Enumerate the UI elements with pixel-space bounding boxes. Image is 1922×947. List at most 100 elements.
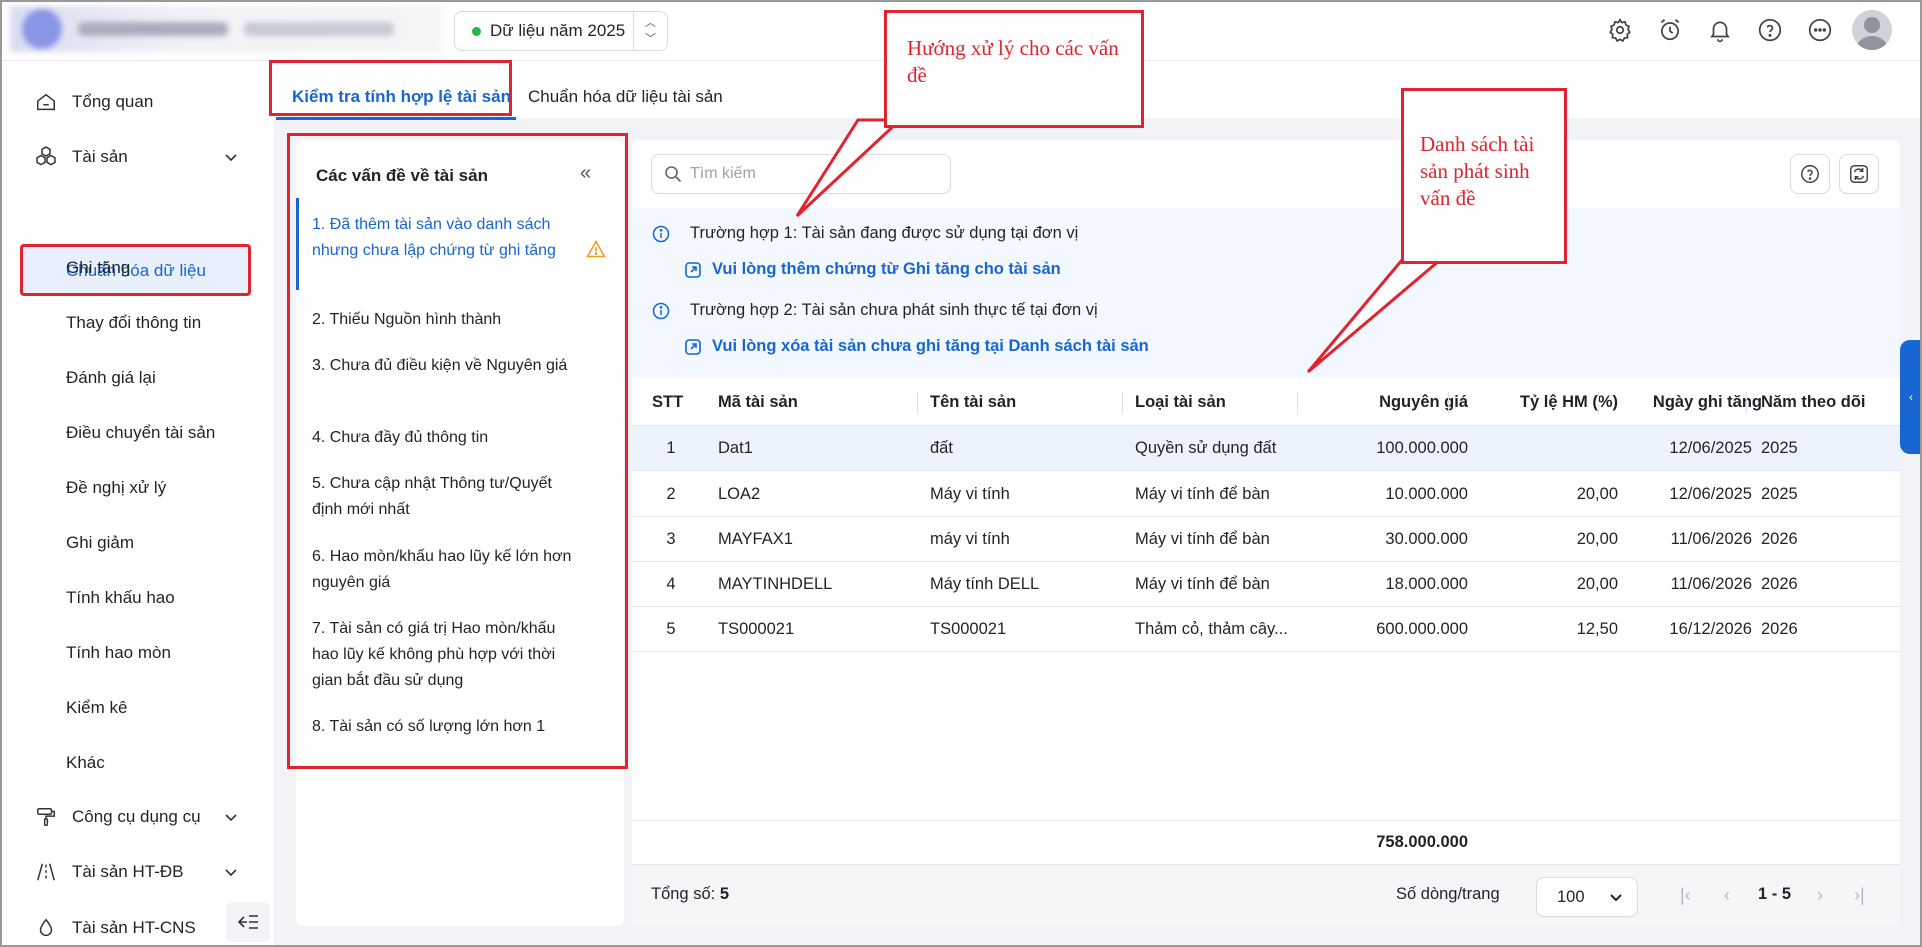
sidebar-item-tong-quan[interactable]: Tổng quan <box>32 87 153 117</box>
more-icon[interactable] <box>1802 12 1838 48</box>
sidebar-item-chuan-hoa-du-lieu[interactable]: Chuẩn hóa dữ liệu <box>20 244 251 296</box>
issue-item[interactable]: 6. Hao mòn/khấu hao lũy kế lớn hơn nguyê… <box>312 544 582 596</box>
alarm-clock-icon[interactable] <box>1652 12 1688 48</box>
sidebar-item-tinh-khau-hao[interactable]: Tính khấu hao <box>66 588 175 608</box>
sidebar-item-label: Tài sản HT-ĐB <box>72 862 184 881</box>
table-row[interactable]: 2 LOA2 Máy vi tính Máy vi tính để bàn 10… <box>632 472 1900 517</box>
sidebar-item-tai-san[interactable]: Tài sản <box>32 142 242 172</box>
sidebar-item-ghi-giam[interactable]: Ghi giảm <box>66 533 134 553</box>
road-icon <box>32 858 60 886</box>
issue-item[interactable]: 7. Tài sản có giá trị Hao mòn/khấu hao l… <box>312 616 582 694</box>
issue-item[interactable]: 8. Tài sản có số lượng lớn hơn 1 <box>312 714 582 740</box>
sidebar-item-tinh-hao-mon[interactable]: Tính hao mòn <box>66 643 171 663</box>
table-row[interactable]: 4 MAYTINHDELL Máy tính DELL Máy vi tính … <box>632 562 1900 607</box>
tab-kiem-tra-tinh-hop-le[interactable]: Kiểm tra tính hợp lệ tài sản <box>292 87 511 107</box>
search-box[interactable] <box>651 154 951 194</box>
cell-ma-tai-san: MAYTINHDELL <box>718 574 833 593</box>
help-icon[interactable] <box>1752 12 1788 48</box>
rows-per-page-select[interactable]: 100 <box>1536 877 1638 917</box>
prev-page-icon[interactable]: ‹ <box>1724 885 1730 906</box>
collapse-left-icon <box>237 915 258 929</box>
help-button[interactable] <box>1790 154 1830 194</box>
issue-item[interactable]: 1. Đã thêm tài sản vào danh sách nhưng c… <box>312 212 582 264</box>
column-header-nguyen-gia[interactable]: Nguyên giá <box>1312 380 1468 425</box>
chevron-up-icon[interactable]: ︿ <box>645 15 656 31</box>
table-row[interactable]: 3 MAYFAX1 máy vi tính Máy vi tính để bàn… <box>632 517 1900 562</box>
sidebar-item-label: Tài sản <box>72 147 128 166</box>
help-icon <box>1801 165 1819 183</box>
cell-ma-tai-san: TS000021 <box>718 619 795 638</box>
chevron-down-icon <box>1610 894 1622 902</box>
issue-item[interactable]: 3. Chưa đủ điều kiện về Nguyên giá <box>312 353 582 379</box>
cell-nguyen-gia: 10.000.000 <box>1385 484 1468 503</box>
table-row[interactable]: 5 TS000021 TS000021 Thảm cỏ, thảm cây...… <box>632 607 1900 652</box>
sidebar-item-tai-san-ht-cns[interactable]: Tài sản HT-CNS <box>32 913 196 943</box>
case-2-text: Trường hợp 2: Tài sản chưa phát sinh thự… <box>690 301 1098 319</box>
issue-item[interactable]: 2. Thiếu Nguồn hình thành <box>312 307 582 333</box>
sidebar-item-danh-gia-lai[interactable]: Đánh giá lại <box>66 368 156 388</box>
column-header-nam-theo-doi[interactable]: Năm theo dõi <box>1761 380 1891 425</box>
table-header-row: STT Mã tài sản Tên tài sản Loại tài sản … <box>632 380 1900 426</box>
water-drop-icon <box>32 914 60 942</box>
delete-asset-link[interactable]: Vui lòng xóa tài sản chưa ghi tăng tại D… <box>684 337 1149 356</box>
brand-logo[interactable] <box>10 6 442 52</box>
column-divider[interactable] <box>1122 392 1123 414</box>
sidebar-item-tai-san-ht-db[interactable]: Tài sản HT-ĐB <box>32 857 242 887</box>
year-stepper[interactable]: ︿ ﹀ <box>633 12 667 50</box>
cell-stt: 4 <box>666 574 676 593</box>
table-row[interactable]: 1 Dat1 đất Quyền sử dụng đất 100.000.000… <box>632 426 1900 471</box>
issue-item[interactable]: 5. Chưa cập nhật Thông tư/Quyết định mới… <box>312 471 582 523</box>
column-divider[interactable] <box>917 392 918 414</box>
year-label: Dữ liệu năm 2025 <box>490 21 626 40</box>
sidebar-item-cong-cu-dung-cu[interactable]: Công cụ dụng cụ <box>32 802 242 832</box>
sidebar-item-khac[interactable]: Khác <box>66 753 105 773</box>
cell-ty-le-hm: 12,50 <box>1576 619 1618 638</box>
cell-ty-le-hm: 20,00 <box>1576 574 1618 593</box>
first-page-icon[interactable]: |‹ <box>1680 885 1691 906</box>
search-input[interactable] <box>690 165 930 183</box>
issue-item[interactable]: 4. Chưa đầy đủ thông tin <box>312 425 582 451</box>
cell-stt: 2 <box>666 484 676 503</box>
column-header-loai-tai-san[interactable]: Loại tài sản <box>1135 380 1295 425</box>
column-header-stt[interactable]: STT <box>652 380 692 425</box>
cell-ngay-ghi-tang: 16/12/2026 <box>1669 619 1752 638</box>
collapse-sidebar-button[interactable] <box>226 902 270 942</box>
sidebar-item-dieu-chuyen[interactable]: Điều chuyển tài sản <box>66 423 215 443</box>
expand-panel-tab[interactable]: ‹ <box>1900 340 1922 454</box>
sidebar-item-de-nghi-xu-ly[interactable]: Đề nghị xử lý <box>66 478 166 498</box>
bell-icon[interactable] <box>1702 12 1738 48</box>
last-page-icon[interactable]: ›| <box>1854 885 1865 906</box>
search-icon <box>665 166 682 183</box>
asset-list-panel: Trường hợp 1: Tài sản đang được sử dụng … <box>632 140 1900 926</box>
next-page-icon[interactable]: › <box>1817 885 1823 906</box>
cell-stt: 3 <box>666 529 676 548</box>
column-header-ngay-ghi-tang[interactable]: Ngày ghi tăng <box>1622 380 1762 425</box>
sidebar-item-ghi-tang[interactable]: Ghi tăng <box>66 258 130 278</box>
column-divider[interactable] <box>1448 392 1449 414</box>
avatar[interactable] <box>1852 10 1892 50</box>
column-header-ten-tai-san[interactable]: Tên tài sản <box>930 380 1080 425</box>
issue-panel: Các vấn đề về tài sản « 1. Đã thêm tài s… <box>296 140 624 926</box>
gear-icon[interactable] <box>1602 12 1638 48</box>
sidebar-item-label: Công cụ dụng cụ <box>72 807 201 826</box>
chevron-down-icon[interactable]: ﹀ <box>645 31 656 47</box>
sidebar-item-label: Tài sản HT-CNS <box>72 918 196 937</box>
column-header-ma-tai-san[interactable]: Mã tài sản <box>718 380 868 425</box>
column-header-ty-le-hm[interactable]: Tỷ lệ HM (%) <box>1472 380 1618 425</box>
chevron-down-icon <box>224 864 238 884</box>
sidebar: Tổng quan Tài sản Chuẩn hóa dữ liệu Ghi … <box>0 61 274 947</box>
tab-chuan-hoa-du-lieu-tai-san[interactable]: Chuẩn hóa dữ liệu tài sản <box>528 87 723 107</box>
year-selector[interactable]: Dữ liệu năm 2025 ︿ ﹀ <box>454 11 668 51</box>
column-divider[interactable] <box>1746 392 1747 414</box>
column-divider[interactable] <box>1297 392 1298 414</box>
issue-panel-title: Các vấn đề về tài sản <box>316 166 488 185</box>
case-2: Trường hợp 2: Tài sản chưa phát sinh thự… <box>652 301 1098 320</box>
column-divider[interactable] <box>1598 392 1599 414</box>
callout-asset-list-text: Danh sách tài sản phát sinh vấn đề <box>1420 132 1535 210</box>
sidebar-item-thay-doi-thong-tin[interactable]: Thay đổi thông tin <box>66 313 201 333</box>
double-chevron-left-icon[interactable]: « <box>580 162 591 185</box>
total-nguyen-gia: 758.000.000 <box>1376 833 1468 851</box>
refresh-button[interactable] <box>1839 154 1879 194</box>
sidebar-item-kiem-ke[interactable]: Kiểm kê <box>66 698 127 718</box>
add-voucher-link[interactable]: Vui lòng thêm chứng từ Ghi tăng cho tài … <box>684 260 1061 279</box>
